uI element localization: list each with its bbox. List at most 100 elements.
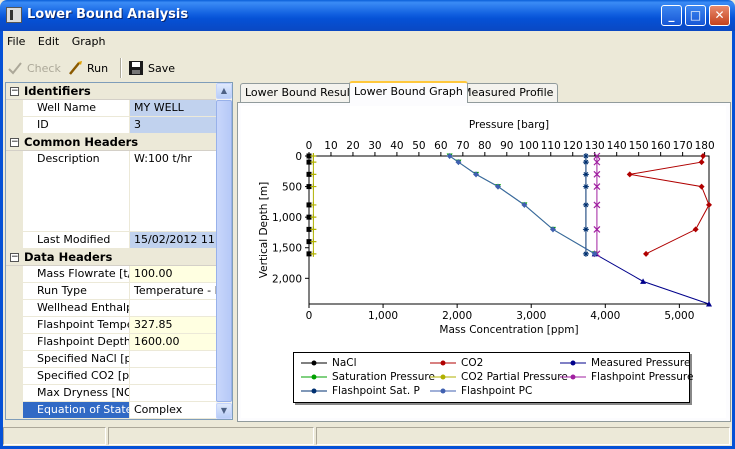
legend-label: Flashpoint Pressure <box>591 370 694 383</box>
legend-swatch <box>560 360 586 365</box>
legend-swatch <box>301 388 327 393</box>
last-modified-value[interactable]: 15/02/2012 11:39 <box>130 232 218 248</box>
legend-item: Measured Pressure <box>559 356 690 369</box>
window-border-left <box>0 31 3 449</box>
x-top-tick-label: 160 <box>651 140 671 152</box>
legend-item: CO2 <box>429 356 483 369</box>
legend-item: Flashpoint PC <box>429 384 532 397</box>
property-row[interactable]: Well Name MY WELL <box>6 100 218 117</box>
toolbar: Check Run Save <box>3 55 732 82</box>
y-tick-label: 500 <box>282 182 302 194</box>
x-bottom-tick-label: 5,000 <box>664 310 694 322</box>
x-top-tick-label: 120 <box>563 140 583 152</box>
property-row[interactable]: Flashpoint Depth [m]1600.00 <box>6 334 218 351</box>
maximize-button[interactable]: □ <box>685 5 706 26</box>
save-label: Save <box>148 61 176 75</box>
x-top-tick-label: 90 <box>500 140 513 152</box>
tab-measured-profile[interactable]: Measured Profile <box>457 83 559 102</box>
tab-lower-bound-results[interactable]: Lower Bound Results <box>240 83 365 102</box>
y-tick-label: 0 <box>295 151 302 163</box>
flashpoint-temperature-value[interactable]: 327.85 <box>130 317 218 333</box>
collapse-icon[interactable]: − <box>10 138 19 147</box>
description-value[interactable]: W:100 t/hr <box>130 151 218 231</box>
property-row[interactable]: Specified NaCl [ppm] <box>6 351 218 368</box>
tab-lower-bound-graph[interactable]: Lower Bound Graph <box>349 81 468 103</box>
menu-graph[interactable]: Graph <box>68 33 110 50</box>
scroll-down-icon[interactable]: ▼ <box>216 403 232 419</box>
run-icon <box>69 61 82 75</box>
x-top-tick-label: 100 <box>519 140 539 152</box>
specified-co2-value[interactable] <box>130 368 218 384</box>
collapse-icon[interactable]: − <box>10 253 19 262</box>
x-top-tick-label: 180 <box>695 140 715 152</box>
status-panel <box>108 427 314 445</box>
property-row[interactable]: Last Modified15/02/2012 11:39 <box>6 232 218 249</box>
x-top-tick-label: 80 <box>478 140 491 152</box>
plot-frame <box>308 155 710 305</box>
scroll-up-icon[interactable]: ▲ <box>216 83 232 99</box>
flashpoint-depth-value[interactable]: 1600.00 <box>130 334 218 350</box>
property-row[interactable]: Specified CO2 [ppm] <box>6 368 218 385</box>
legend-swatch <box>430 360 456 365</box>
wellhead-enthalpy-value[interactable] <box>130 300 218 316</box>
mass-flowrate-value[interactable]: 100.00 <box>130 266 218 282</box>
property-row[interactable]: ID 3 <box>6 117 218 134</box>
property-grid[interactable]: − Identifiers Well Name MY WELL ID 3 − Commo… <box>5 82 233 420</box>
legend-item: Flashpoint Sat. P <box>300 384 420 397</box>
vertical-scrollbar[interactable]: ▲ ▼ <box>216 83 232 419</box>
minimize-button[interactable]: _ <box>661 5 682 26</box>
status-bar <box>3 426 732 446</box>
category-identifiers[interactable]: − Identifiers <box>6 83 218 100</box>
run-button[interactable]: Run <box>67 59 108 77</box>
id-value[interactable]: 3 <box>130 117 218 133</box>
legend-swatch <box>430 374 456 379</box>
legend-label: Measured Pressure <box>591 356 691 369</box>
x-bottom-tick-label: 1,000 <box>368 310 398 322</box>
property-row[interactable]: Wellhead Enthalpy <box>6 300 218 317</box>
x-top-tick-label: 10 <box>324 140 337 152</box>
chart-legend: NaCl CO2 Measured Pressure Saturation Press… <box>293 352 693 403</box>
window-title: Lower Bound Analysis <box>27 7 189 22</box>
x-top-tick-label: 70 <box>456 140 469 152</box>
check-button[interactable]: Check <box>7 59 61 77</box>
x-top-tick-label: 50 <box>412 140 425 152</box>
save-button[interactable]: Save <box>128 59 175 77</box>
well-name-value[interactable]: MY WELL <box>130 100 218 116</box>
category-common-headers[interactable]: − Common Headers <box>6 134 218 151</box>
collapse-icon[interactable]: − <box>10 87 19 96</box>
max-dryness-value[interactable] <box>130 385 218 401</box>
property-row-selected[interactable]: Equation of State Complex <box>6 402 218 419</box>
specified-nacl-value[interactable] <box>130 351 218 367</box>
legend-label: Flashpoint Sat. P <box>332 384 420 397</box>
legend-label: Saturation Pressure <box>332 370 435 383</box>
x-top-tick-label: 140 <box>607 140 627 152</box>
menu-file[interactable]: File <box>3 33 29 50</box>
y-tick-label: 2,000 <box>272 273 302 285</box>
x-top-tick-label: 60 <box>434 140 447 152</box>
x-top-tick-label: 40 <box>390 140 403 152</box>
app-icon <box>6 7 22 23</box>
equation-of-state-value[interactable]: Complex <box>130 402 218 418</box>
scroll-thumb[interactable] <box>216 100 232 402</box>
legend-label: CO2 <box>461 356 484 369</box>
x-bottom-tick-label: 3,000 <box>516 310 546 322</box>
category-data-headers[interactable]: − Data Headers <box>6 249 218 266</box>
title-bar[interactable]: Lower Bound Analysis _ □ ✕ <box>0 0 735 31</box>
property-row[interactable]: Max Dryness [NONE] <box>6 385 218 402</box>
x-top-axis-label: Pressure [barg] <box>469 119 549 131</box>
menu-edit[interactable]: Edit <box>34 33 63 50</box>
property-row[interactable]: Mass Flowrate [t/hr]100.00 <box>6 266 218 283</box>
status-panel <box>3 427 106 445</box>
property-row[interactable]: Description W:100 t/hr <box>6 151 218 232</box>
property-row[interactable]: Flashpoint Temperature327.85 <box>6 317 218 334</box>
property-row[interactable]: Run TypeTemperature - Pu <box>6 283 218 300</box>
y-axis-label: Vertical Depth [m] <box>258 182 270 278</box>
x-bottom-tick-label: 0 <box>306 310 313 322</box>
close-button[interactable]: ✕ <box>709 5 730 26</box>
legend-swatch <box>301 360 327 365</box>
legend-label: NaCl <box>332 356 357 369</box>
x-bottom-tick-label: 2,000 <box>442 310 472 322</box>
legend-item: Flashpoint Pressure <box>559 370 693 383</box>
run-type-value[interactable]: Temperature - Pu <box>130 283 218 299</box>
legend-item: Saturation Pressure <box>300 370 435 383</box>
